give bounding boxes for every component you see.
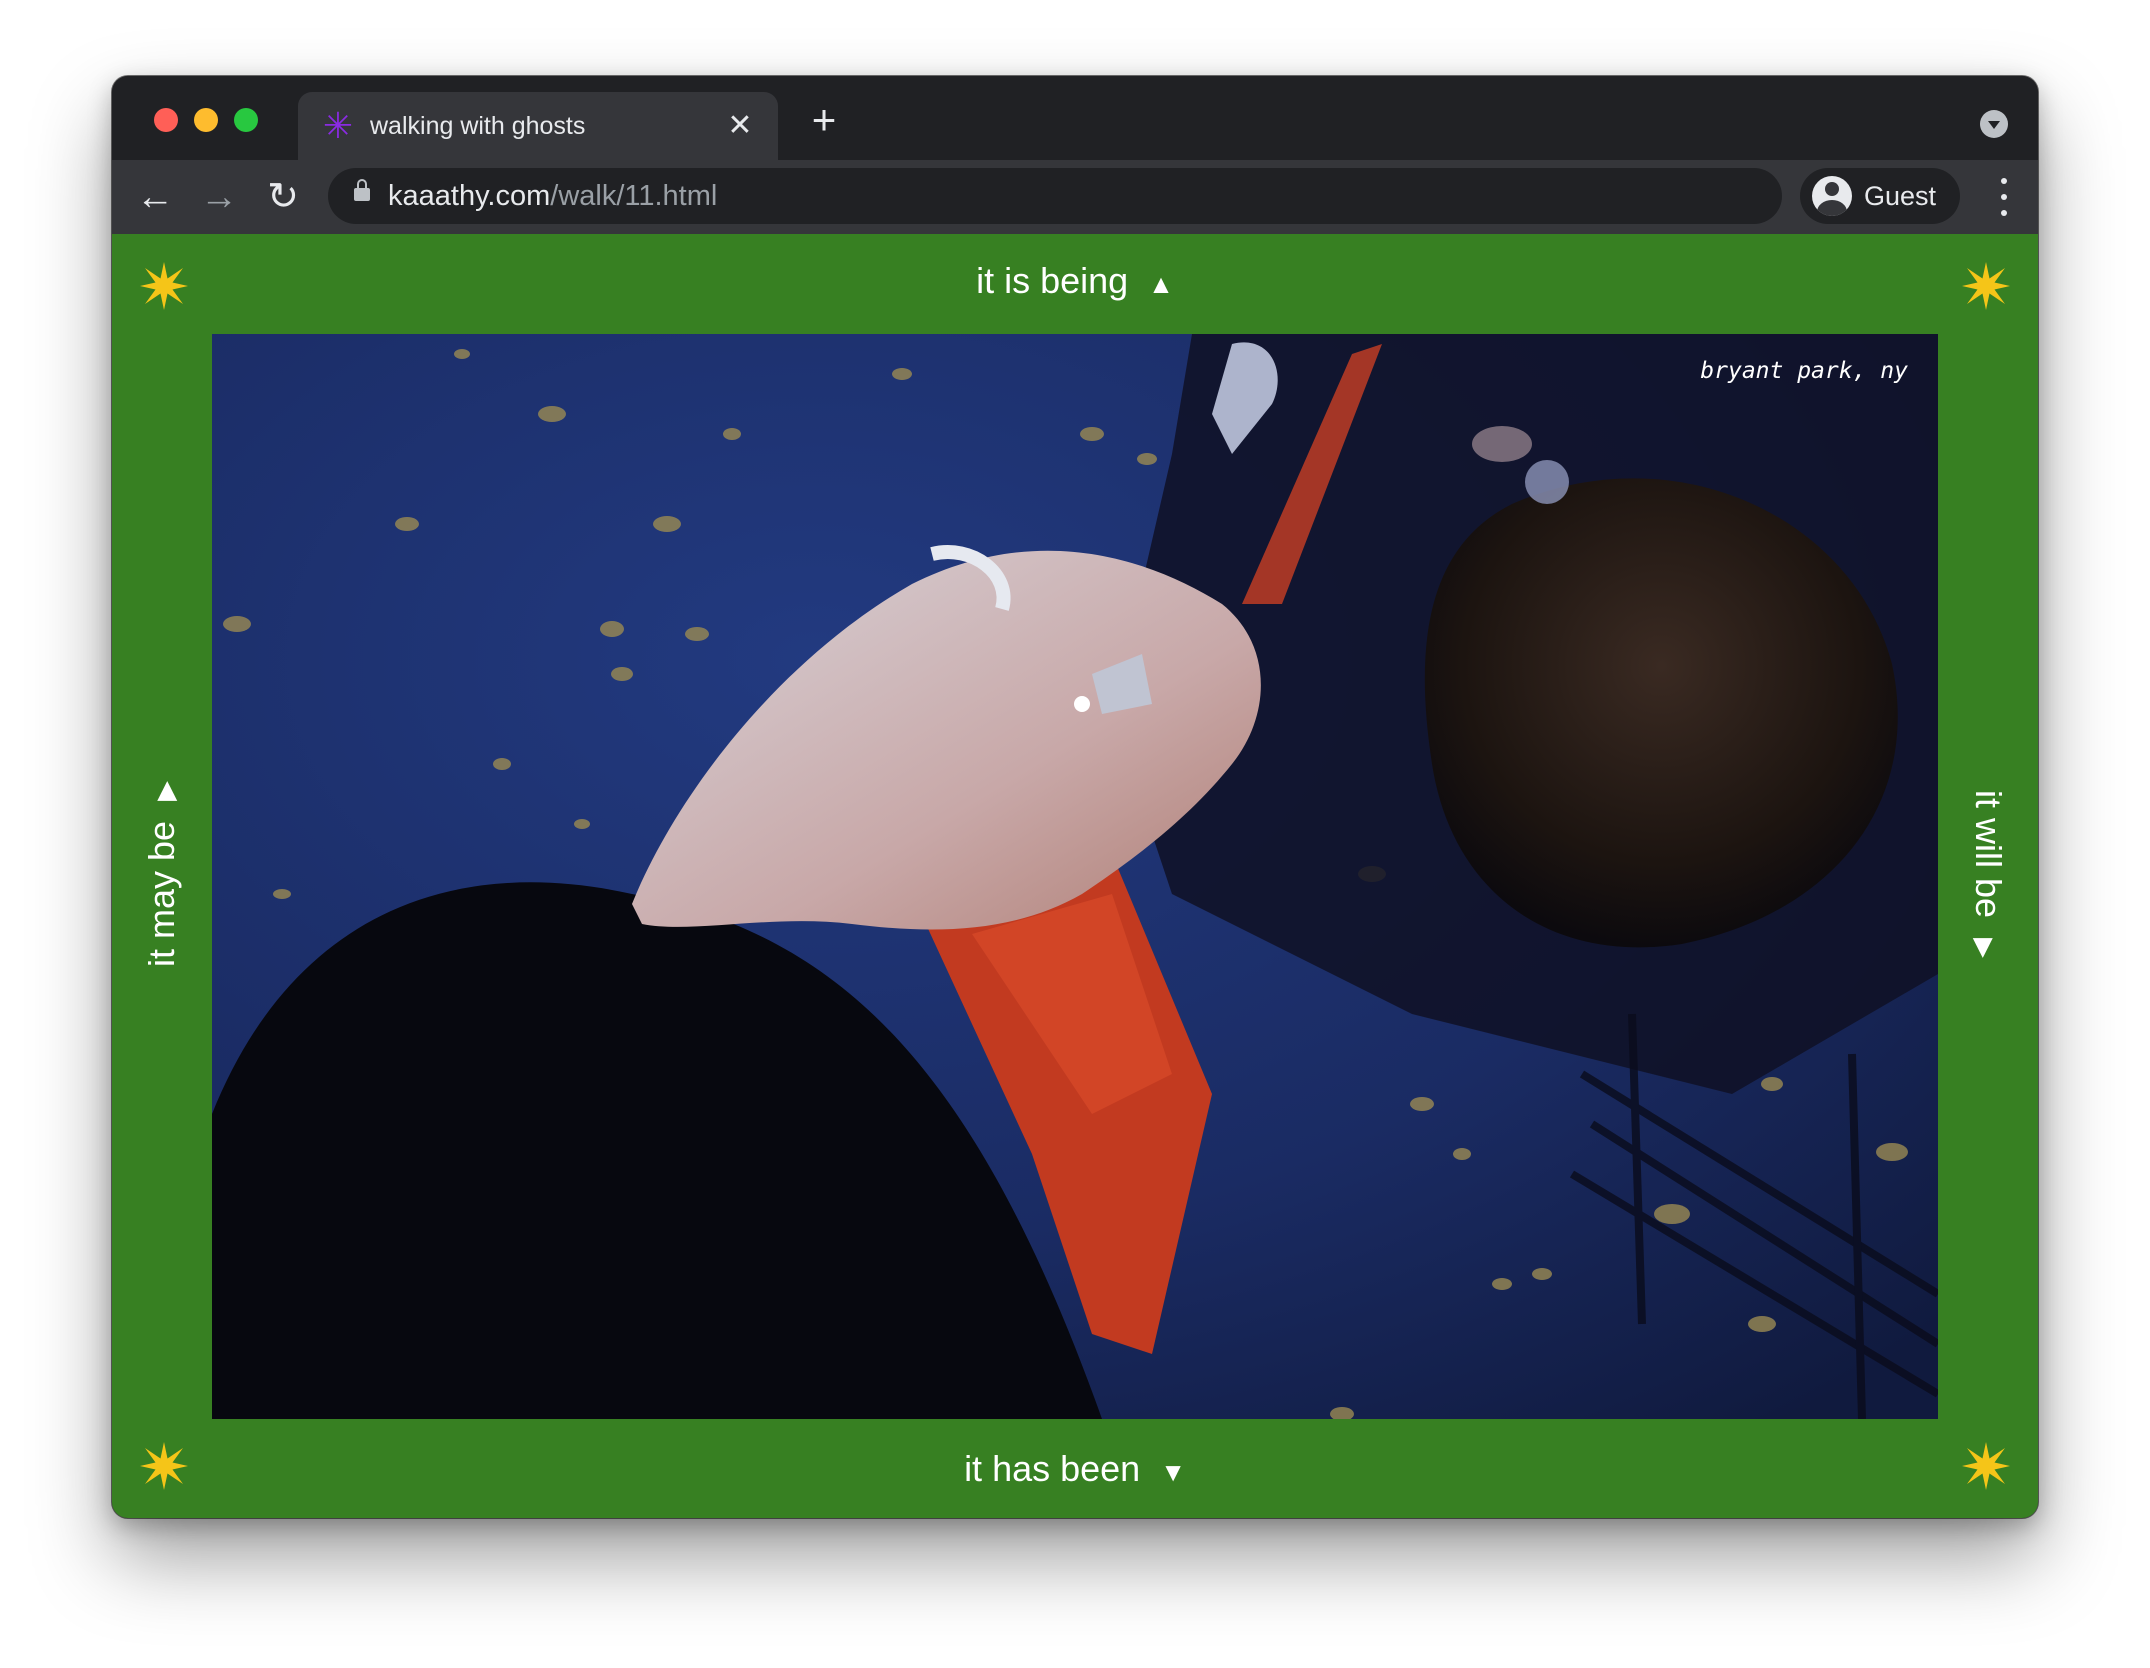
avatar-icon <box>1812 176 1852 216</box>
right-arrow-icon: ▶ <box>1970 938 2000 959</box>
left-arrow-icon: ▶ <box>150 780 180 801</box>
walk-photo: bryant park, ny <box>212 334 1938 1419</box>
profile-button[interactable]: Guest <box>1800 168 1960 224</box>
nav-left-link[interactable]: it may be ▶ <box>141 781 183 967</box>
up-arrow-icon: ▲ <box>1148 269 1174 299</box>
nav-right-link[interactable]: it will be ▶ <box>1967 790 2009 958</box>
nav-left-label: it may be <box>141 820 182 968</box>
tab-search-chevron-icon[interactable] <box>1980 110 2008 138</box>
url-path: /walk/11.html <box>550 180 718 212</box>
url-text[interactable]: kaaathy.com/walk/11.html <box>388 180 717 213</box>
browser-toolbar: ← → ↻ kaaathy.com/walk/11.html Guest <box>112 160 2038 234</box>
page-viewport: it is being ▲ it has been ▼ it may be ▶ it … <box>112 234 2038 1518</box>
lock-icon[interactable] <box>354 179 370 201</box>
nav-down-label: it has been <box>964 1448 1141 1489</box>
photo-caption: bryant park, ny <box>1700 358 1908 384</box>
reload-icon[interactable]: ↻ <box>258 172 308 222</box>
down-arrow-icon: ▼ <box>1160 1457 1186 1487</box>
nav-down-link[interactable]: it has been ▼ <box>112 1448 2038 1490</box>
asterisk-favicon-icon: ✳ <box>322 105 354 146</box>
tab-strip: ✳ walking with ghosts ✕ + <box>112 76 2038 160</box>
more-menu-icon[interactable] <box>1994 174 2014 220</box>
profile-label: Guest <box>1864 181 1937 211</box>
new-tab-plus-icon[interactable]: + <box>802 98 846 142</box>
nav-up-link[interactable]: it is being ▲ <box>112 260 2038 302</box>
url-host: kaaathy.com <box>388 180 551 212</box>
tab-walking-with-ghosts[interactable]: ✳ walking with ghosts ✕ <box>298 92 778 160</box>
address-bar[interactable]: kaaathy.com/walk/11.html <box>328 168 1782 224</box>
minimize-window-button[interactable] <box>194 108 218 132</box>
nav-right-label: it will be <box>1968 789 2009 919</box>
zoom-window-button[interactable] <box>234 108 258 132</box>
close-window-button[interactable] <box>154 108 178 132</box>
photo-illustration <box>212 334 1938 1419</box>
back-arrow-icon[interactable]: ← <box>130 172 180 222</box>
tab-title: walking with ghosts <box>370 112 586 140</box>
forward-arrow-icon[interactable]: → <box>194 172 244 222</box>
close-tab-icon[interactable]: ✕ <box>722 108 758 144</box>
nav-up-label: it is being <box>976 260 1129 301</box>
browser-window: ✳ walking with ghosts ✕ + ← → ↻ kaaathy.… <box>112 76 2038 1518</box>
